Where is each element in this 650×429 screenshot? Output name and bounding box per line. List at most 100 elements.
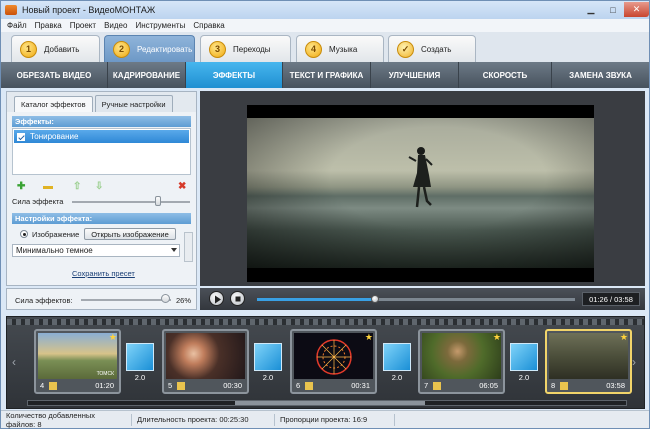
tab-effects-catalog[interactable]: Каталог эффектов <box>14 96 93 112</box>
step-add[interactable]: 1 Добавить <box>11 35 100 62</box>
clip-thumbnail <box>422 333 501 379</box>
tab-enhancements[interactable]: УЛУЧШЕНИЯ <box>371 62 459 88</box>
clip-thumbnail <box>294 333 373 379</box>
step-label: Добавить <box>44 44 80 54</box>
clip-index: 5 <box>168 381 173 390</box>
seek-progress <box>257 298 375 301</box>
delete-effect-icon[interactable]: ✖ <box>178 181 186 192</box>
clip-timeline: ‹ › ТОМСК ★ 4 01:20 2.0 5 00:30 2.0 ★ 6 … <box>6 316 645 409</box>
tone-preset-select[interactable]: Минимально темное <box>12 244 180 257</box>
image-radio-label: Изображение <box>32 230 80 239</box>
transition-icon <box>126 343 154 371</box>
edit-pencil-icon[interactable] <box>433 381 441 390</box>
effect-strength-thumb[interactable] <box>155 196 161 206</box>
edit-pencil-icon[interactable] <box>177 381 185 390</box>
seek-bar[interactable] <box>257 295 575 303</box>
edit-pencil-icon[interactable] <box>49 381 57 390</box>
step-transitions[interactable]: 3 Переходы <box>200 35 291 62</box>
ferris-wheel-image <box>316 339 352 375</box>
maximize-button[interactable]: □ <box>602 2 624 17</box>
edit-pencil-icon[interactable] <box>305 381 313 390</box>
step-number-icon: 2 <box>113 40 130 58</box>
add-effect-icon[interactable]: ✚ <box>17 181 25 192</box>
effect-item-label: Тонирование <box>30 132 79 141</box>
menu-edit[interactable]: Правка <box>35 21 62 30</box>
effect-item-toning[interactable]: Тонирование <box>14 130 189 143</box>
menu-video[interactable]: Видео <box>104 21 127 30</box>
timeline-clip[interactable]: ★ 7 06:05 <box>418 329 505 394</box>
effects-strength-thumb[interactable] <box>160 294 170 303</box>
clip-info: 4 01:20 <box>38 380 117 391</box>
star-icon: ★ <box>108 332 117 342</box>
timeline-clip-selected[interactable]: ★ 8 03:58 <box>545 329 632 394</box>
clip-index: 7 <box>424 381 429 390</box>
step-number-icon: 4 <box>305 40 322 58</box>
timeline-clip[interactable]: ТОМСК ★ 4 01:20 <box>34 329 121 394</box>
transition-tile[interactable]: 2.0 <box>383 343 411 387</box>
menu-file[interactable]: Файл <box>7 21 27 30</box>
timeline-clip[interactable]: 5 00:30 <box>162 329 249 394</box>
clip-index: 4 <box>40 381 45 390</box>
scroll-right-arrow-icon[interactable]: › <box>632 355 636 369</box>
workflow-steps: 1 Добавить 2 Редактировать 3 Переходы 4 … <box>1 32 649 62</box>
step-label: Переходы <box>233 44 271 54</box>
status-file-count: Количество добавленных файлов: 8 <box>1 411 132 429</box>
close-button[interactable]: ✕ <box>624 2 649 17</box>
step-number-icon: 3 <box>209 40 226 58</box>
effect-strength-slider[interactable] <box>72 201 190 203</box>
clip-duration: 00:31 <box>351 381 370 390</box>
tab-text-graphics[interactable]: ТЕКСТ И ГРАФИКА <box>283 62 371 88</box>
tab-effects[interactable]: ЭФФЕКТЫ <box>186 62 283 88</box>
image-radio[interactable] <box>20 230 28 238</box>
status-aspect-ratio: Пропорции проекта: 16:9 <box>275 413 395 426</box>
tab-crop[interactable]: КАДРИРОВАНИЕ <box>108 62 186 88</box>
effect-checkbox[interactable] <box>17 132 25 141</box>
timeline-scrollbar[interactable] <box>27 400 627 406</box>
clip-duration: 01:20 <box>95 381 114 390</box>
tab-manual-settings[interactable]: Ручные настройки <box>94 95 173 112</box>
settings-scrollbar[interactable] <box>184 232 193 262</box>
tab-replace-audio[interactable]: ЗАМЕНА ЗВУКА <box>552 62 649 88</box>
video-frame[interactable] <box>247 105 594 282</box>
timeline-scroll-thumb[interactable] <box>235 401 425 405</box>
minimize-button[interactable]: ▁ <box>580 2 602 17</box>
app-window: Новый проект - ВидеоМОНТАЖ ▁ □ ✕ Файл Пр… <box>0 0 650 429</box>
star-icon: ★ <box>364 332 373 342</box>
menu-bar: Файл Правка Проект Видео Инструменты Спр… <box>1 19 649 32</box>
open-image-button[interactable]: Открыть изображение <box>84 228 176 240</box>
window-title: Новый проект - ВидеоМОНТАЖ <box>22 5 156 15</box>
menu-project[interactable]: Проект <box>70 21 96 30</box>
tab-trim[interactable]: ОБРЕЗАТЬ ВИДЕО <box>1 62 108 88</box>
menu-tools[interactable]: Инструменты <box>135 21 185 30</box>
step-edit[interactable]: 2 Редактировать <box>104 35 195 62</box>
play-icon <box>215 295 221 304</box>
scroll-left-arrow-icon[interactable]: ‹ <box>12 355 16 369</box>
edit-pencil-icon[interactable] <box>560 381 568 390</box>
transition-duration: 2.0 <box>391 373 403 382</box>
app-icon <box>5 5 17 15</box>
menu-help[interactable]: Справка <box>193 21 224 30</box>
remove-effect-icon[interactable]: ▬ <box>43 181 53 192</box>
step-music[interactable]: 4 Музыка <box>296 35 384 62</box>
thumbnail-caption: ТОМСК <box>96 371 114 377</box>
star-icon: ★ <box>619 332 628 342</box>
clip-duration: 06:05 <box>479 381 498 390</box>
video-preview <box>200 91 645 286</box>
play-button[interactable] <box>209 291 224 306</box>
tab-speed[interactable]: СКОРОСТЬ <box>459 62 552 88</box>
clip-index: 8 <box>551 381 556 390</box>
clip-info: 5 00:30 <box>166 380 245 391</box>
effects-strength-slider[interactable] <box>81 299 171 301</box>
step-create[interactable]: ✓ Создать <box>388 35 476 62</box>
stop-button[interactable] <box>230 291 245 306</box>
save-preset-link[interactable]: Сохранить пресет <box>72 269 135 278</box>
transition-tile[interactable]: 2.0 <box>510 343 538 387</box>
status-bar: Количество добавленных файлов: 8 Длитель… <box>1 410 649 429</box>
transition-tile[interactable]: 2.0 <box>254 343 282 387</box>
clip-duration: 03:58 <box>606 381 625 390</box>
seek-thumb[interactable] <box>370 295 379 303</box>
move-up-icon[interactable]: ⇧ <box>73 181 81 192</box>
move-down-icon[interactable]: ⇩ <box>95 181 103 192</box>
timeline-clip[interactable]: ★ 6 00:31 <box>290 329 377 394</box>
transition-tile[interactable]: 2.0 <box>126 343 154 387</box>
